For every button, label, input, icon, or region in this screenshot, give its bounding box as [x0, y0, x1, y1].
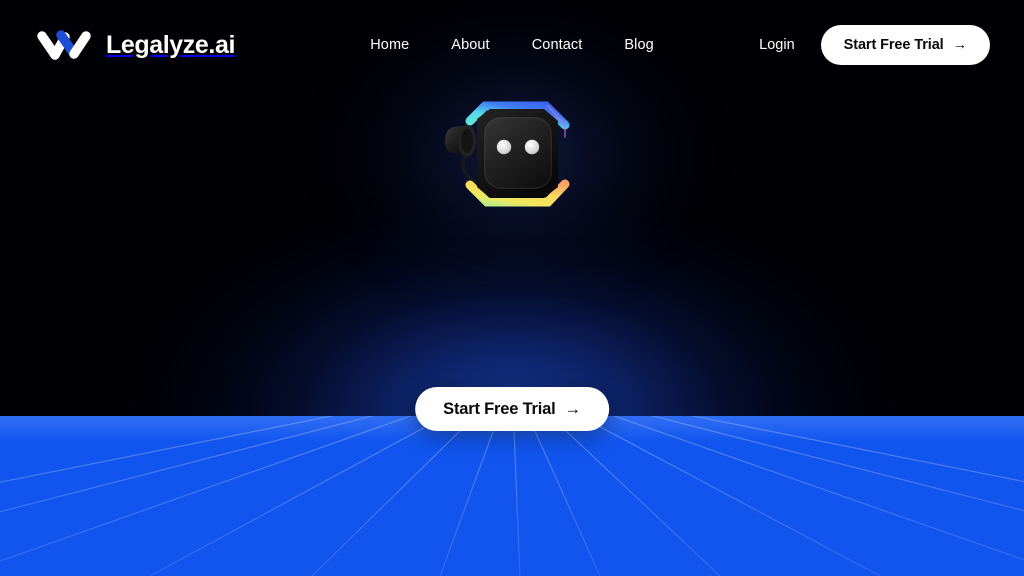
hero-cta-label: Start Free Trial: [443, 399, 556, 418]
header-start-free-trial-button[interactable]: Start Free Trial →: [820, 25, 990, 65]
site-header: Legalyze.ai Home About Contact Blog Logi…: [0, 0, 1024, 90]
landing-page: Legalyze.ai Home About Contact Blog Logi…: [0, 0, 1024, 576]
legalyze-w-mark-icon: [34, 27, 96, 63]
arrow-right-icon: →: [564, 399, 582, 418]
robot-mascot-icon: [422, 75, 612, 235]
header-cta-label: Start Free Trial: [843, 37, 944, 53]
robot-eye-icon: [524, 139, 540, 155]
brand-name: Legalyze.ai: [106, 30, 235, 59]
nav-item-about[interactable]: About: [451, 37, 489, 53]
arrow-right-icon: →: [952, 36, 968, 53]
brand-logo[interactable]: Legalyze.ai: [34, 27, 235, 63]
header-actions: Login Start Free Trial →: [759, 25, 990, 65]
hero-start-free-trial-button[interactable]: Start Free Trial →: [415, 387, 609, 431]
nav-item-contact[interactable]: Contact: [532, 37, 583, 53]
robot-eye-icon: [496, 139, 512, 155]
perspective-floor: [0, 416, 1024, 576]
nav-item-home[interactable]: Home: [370, 37, 409, 53]
login-link[interactable]: Login: [759, 37, 794, 53]
nav-item-blog[interactable]: Blog: [624, 37, 653, 53]
